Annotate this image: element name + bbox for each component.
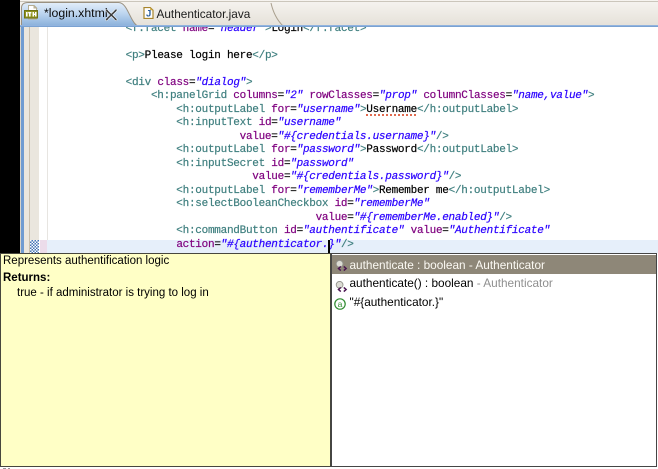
svg-text:J: J: [146, 8, 151, 18]
svg-text:a: a: [338, 299, 343, 309]
